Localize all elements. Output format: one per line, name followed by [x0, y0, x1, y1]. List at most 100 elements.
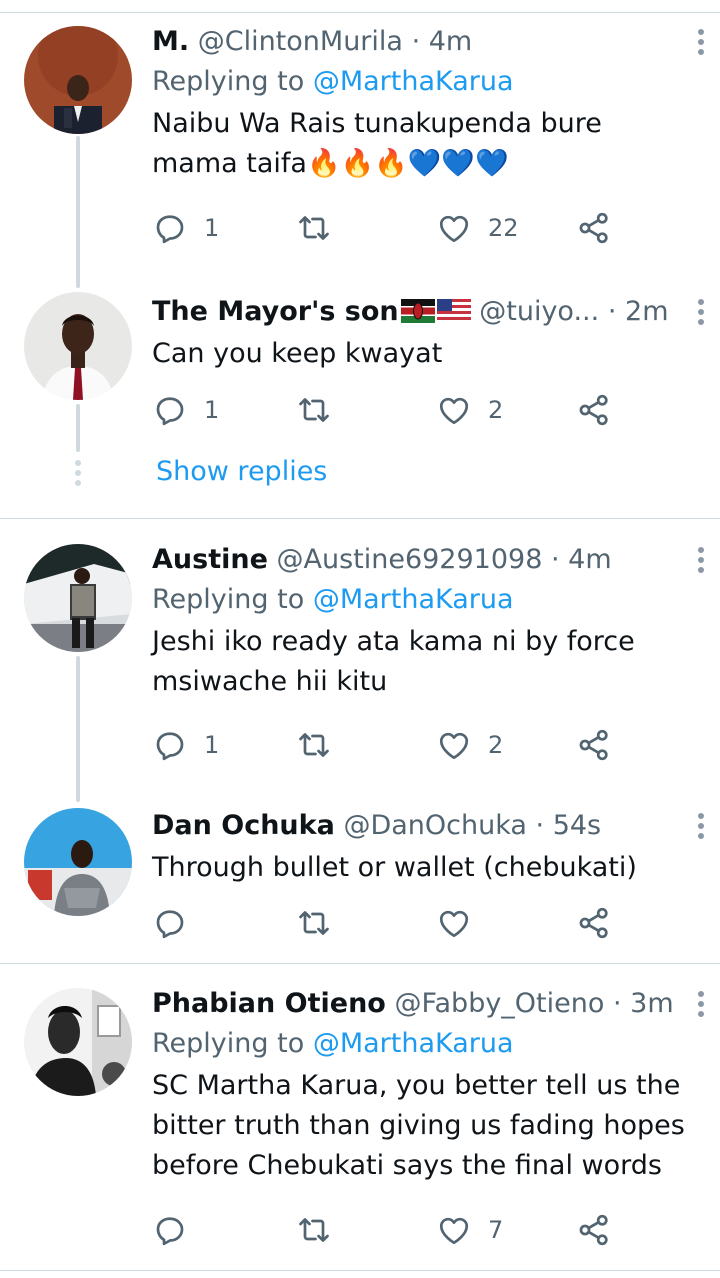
author-handle[interactable]: @DanOchuka: [343, 810, 526, 841]
reply-button[interactable]: 1: [152, 388, 219, 432]
timestamp[interactable]: 2m: [625, 296, 668, 327]
replying-to: Replying to @MarthaKarua: [152, 580, 692, 620]
reply-icon: [156, 397, 184, 426]
heart-icon: [439, 215, 469, 243]
timestamp[interactable]: 4m: [429, 26, 472, 57]
like-button[interactable]: 2: [436, 388, 503, 432]
retweet-button[interactable]: [296, 388, 332, 432]
tweet-text: SC Martha Karua, you better tell us the …: [152, 1070, 685, 1181]
tweet-text: Naibu Wa Rais tunakupenda bure mama taif…: [152, 108, 602, 179]
avatar[interactable]: [24, 292, 132, 400]
replying-mention[interactable]: @MarthaKarua: [313, 1028, 514, 1059]
retweet-button[interactable]: [296, 901, 332, 945]
avatar[interactable]: [24, 988, 132, 1096]
action-bar: [152, 901, 622, 945]
retweet-button[interactable]: [296, 1208, 332, 1252]
replying-prefix: Replying to: [152, 1028, 305, 1059]
reply-button[interactable]: 1: [152, 206, 219, 250]
more-vertical-icon[interactable]: [686, 986, 716, 1022]
like-button[interactable]: 22: [436, 206, 519, 250]
timestamp[interactable]: 4m: [568, 544, 611, 575]
tweet[interactable]: Phabian Otieno @Fabby_Otieno · 3m Replyi…: [152, 984, 704, 1186]
replying-prefix: Replying to: [152, 584, 305, 615]
share-button[interactable]: [576, 901, 612, 945]
author-handle[interactable]: @ClintonMurila: [198, 26, 403, 57]
tweet-header: The Mayor's son @tuiyo... · 2m: [152, 292, 704, 332]
tweet-header: Dan Ochuka @DanOchuka · 54s: [152, 806, 704, 846]
avatar[interactable]: [24, 808, 132, 916]
tweet-divider: [0, 518, 720, 519]
author-name[interactable]: Phabian Otieno: [152, 988, 386, 1019]
bottom-divider: [0, 1270, 720, 1271]
avatar[interactable]: [24, 544, 132, 652]
author-handle[interactable]: @tuiyo...: [479, 296, 599, 327]
more-vertical-icon[interactable]: [686, 24, 716, 60]
reply-button[interactable]: 1: [152, 723, 219, 767]
share-icon: [579, 394, 608, 426]
author-handle[interactable]: @Fabby_Otieno: [394, 988, 604, 1019]
reply-count: 1: [204, 396, 220, 424]
share-button[interactable]: [576, 206, 612, 250]
show-replies-link[interactable]: Show replies: [156, 452, 327, 492]
separator: ·: [411, 26, 421, 57]
share-icon: [579, 907, 608, 939]
tweet-header: M. @ClintonMurila · 4m: [152, 22, 704, 62]
separator: ·: [550, 544, 560, 575]
action-bar: 1 2: [152, 723, 622, 767]
reply-button[interactable]: [152, 1208, 204, 1252]
separator: ·: [607, 296, 617, 327]
like-button[interactable]: 2: [436, 723, 503, 767]
replying-mention[interactable]: @MarthaKarua: [313, 66, 514, 97]
heart-icon: [439, 732, 469, 760]
heart-icon: [439, 910, 469, 938]
author-name[interactable]: The Mayor's son: [152, 296, 399, 327]
reply-icon: [156, 215, 184, 244]
thread-line: [76, 404, 80, 452]
reply-count: 1: [204, 731, 220, 759]
tweet-divider: [0, 963, 720, 964]
tweet[interactable]: Dan Ochuka @DanOchuka · 54s Through bull…: [152, 806, 704, 888]
like-button[interactable]: [436, 901, 488, 945]
tweet[interactable]: The Mayor's son @tuiyo... · 2m Can you k…: [152, 292, 704, 374]
reply-icon: [156, 1217, 184, 1246]
retweet-icon: [299, 911, 329, 935]
share-icon: [579, 729, 608, 761]
share-icon: [579, 1214, 608, 1246]
author-name[interactable]: M.: [152, 26, 189, 57]
author-name[interactable]: Dan Ochuka: [152, 810, 335, 841]
replying-prefix: Replying to: [152, 66, 305, 97]
replying-mention[interactable]: @MarthaKarua: [313, 584, 514, 615]
retweet-button[interactable]: [296, 206, 332, 250]
thread-line: [76, 656, 80, 802]
like-button[interactable]: 7: [436, 1208, 503, 1252]
like-count: 7: [488, 1216, 504, 1244]
top-divider: [0, 12, 720, 13]
tweet-header: Austine @Austine69291098 · 4m: [152, 540, 704, 580]
retweet-icon: [299, 216, 329, 240]
tweet-text: Jeshi iko ready ata kama ni by force msi…: [152, 626, 635, 697]
separator: ·: [612, 988, 622, 1019]
more-vertical-icon[interactable]: [686, 542, 716, 578]
heart-icon: [439, 1217, 469, 1245]
share-button[interactable]: [576, 388, 612, 432]
author-handle[interactable]: @Austine69291098: [276, 544, 542, 575]
tweet-header: Phabian Otieno @Fabby_Otieno · 3m: [152, 984, 704, 1024]
more-vertical-icon[interactable]: [686, 294, 716, 330]
more-vertical-icon[interactable]: [686, 808, 716, 844]
share-button[interactable]: [576, 1208, 612, 1252]
reply-count: 1: [204, 214, 220, 242]
reply-icon: [156, 732, 184, 761]
avatar[interactable]: [24, 26, 132, 134]
timestamp[interactable]: 54s: [553, 810, 601, 841]
retweet-icon: [299, 398, 329, 422]
timestamp[interactable]: 3m: [630, 988, 673, 1019]
replying-to: Replying to @MarthaKarua: [152, 1024, 692, 1064]
reply-button[interactable]: [152, 901, 204, 945]
share-button[interactable]: [576, 723, 612, 767]
retweet-button[interactable]: [296, 723, 332, 767]
author-name[interactable]: Austine: [152, 544, 268, 575]
tweet-text: Through bullet or wallet (chebukati): [152, 852, 637, 883]
retweet-icon: [299, 733, 329, 757]
tweet[interactable]: M. @ClintonMurila · 4m Replying to @Mart…: [152, 22, 704, 184]
tweet[interactable]: Austine @Austine69291098 · 4m Replying t…: [152, 540, 704, 702]
